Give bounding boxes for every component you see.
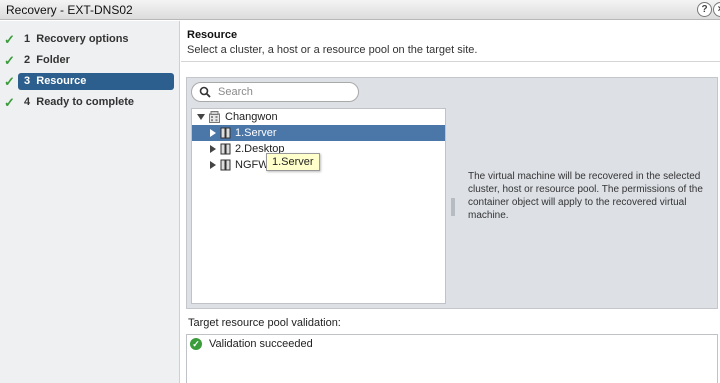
- step-label: 2 Folder: [24, 54, 70, 66]
- resource-description: The virtual machine will be recovered in…: [468, 171, 703, 221]
- help-icon[interactable]: ?: [697, 2, 712, 17]
- search-icon: [199, 86, 211, 98]
- window-title: Recovery - EXT-DNS02: [6, 3, 133, 17]
- search-input[interactable]: Search: [191, 82, 359, 102]
- expand-down-icon[interactable]: [197, 114, 205, 120]
- step-label: 1 Recovery options: [24, 33, 129, 45]
- tooltip: 1.Server: [266, 153, 320, 171]
- check-icon: ✓: [4, 95, 15, 110]
- cluster-icon: [220, 159, 231, 171]
- resource-panel: Search Changwon 1.Server 2.Desktop NGFW …: [186, 77, 718, 309]
- main-content: Resource Select a cluster, a host or a r…: [181, 21, 720, 383]
- check-icon: ✓: [4, 32, 15, 47]
- divider: [181, 61, 720, 62]
- page-subtitle: Select a cluster, a host or a resource p…: [187, 44, 478, 56]
- tree-node-label: NGFW: [235, 159, 269, 171]
- expand-right-icon[interactable]: [210, 161, 216, 169]
- tree-node-changwon[interactable]: Changwon: [192, 109, 445, 125]
- validation-box: ✓ Validation succeeded: [186, 334, 718, 383]
- wizard-steps: ✓ 1 Recovery options ✓ 2 Folder ✓ 3 Reso…: [0, 21, 180, 383]
- step-recovery-options[interactable]: ✓ 1 Recovery options: [0, 31, 180, 48]
- check-icon: ✓: [4, 53, 15, 68]
- expand-right-icon[interactable]: [210, 129, 216, 137]
- validation-message: Validation succeeded: [209, 338, 313, 350]
- step-resource[interactable]: ✓ 3 Resource: [4, 73, 174, 90]
- panel-splitter[interactable]: [451, 198, 455, 216]
- step-folder[interactable]: ✓ 2 Folder: [0, 52, 180, 69]
- validation-label: Target resource pool validation:: [188, 317, 341, 329]
- tree-node-server[interactable]: 1.Server: [192, 125, 445, 141]
- step-ready-to-complete[interactable]: ✓ 4 Ready to complete: [0, 94, 180, 111]
- step-label: 3 Resource: [24, 75, 87, 87]
- resource-tree[interactable]: Changwon 1.Server 2.Desktop NGFW: [191, 108, 446, 304]
- close-icon[interactable]: ×: [713, 2, 720, 17]
- cluster-icon: [220, 143, 231, 155]
- tree-node-label: Changwon: [225, 111, 278, 123]
- expand-right-icon[interactable]: [210, 145, 216, 153]
- search-placeholder: Search: [218, 86, 253, 98]
- datacenter-icon: [209, 111, 220, 123]
- title-bar: Recovery - EXT-DNS02 ? ×: [0, 0, 720, 20]
- check-icon: ✓: [4, 74, 15, 89]
- page-title: Resource: [187, 29, 238, 41]
- tree-node-label: 1.Server: [235, 127, 277, 139]
- cluster-icon: [220, 127, 231, 139]
- success-icon: ✓: [190, 338, 202, 350]
- step-label: 4 Ready to complete: [24, 96, 135, 108]
